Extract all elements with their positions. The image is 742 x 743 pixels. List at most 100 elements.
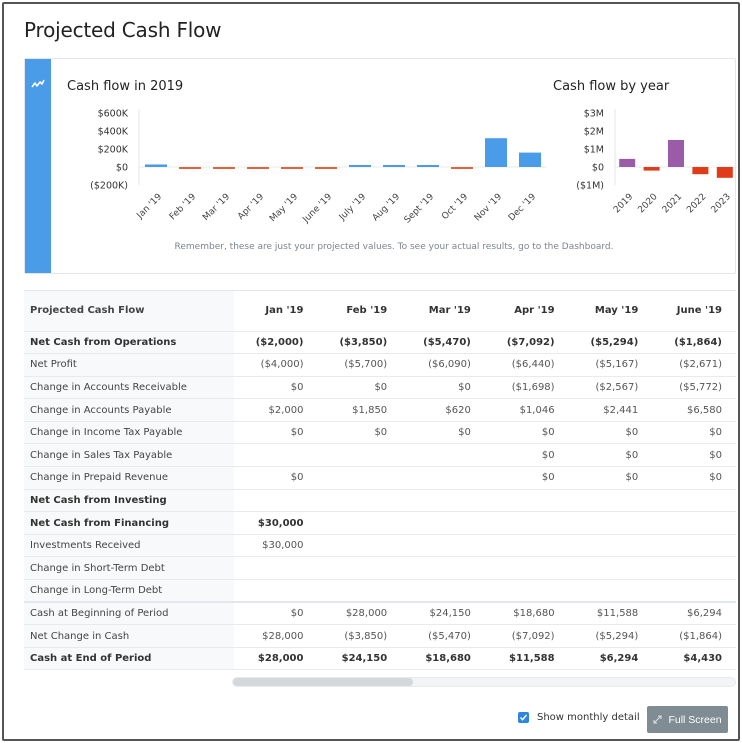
cell-value: $0	[568, 421, 653, 445]
chart-note: Remember, these are just your projected …	[174, 242, 614, 252]
cell-value	[233, 556, 318, 581]
row-label: Investments Received	[24, 534, 234, 558]
row-label: Cash at End of Period	[24, 647, 234, 670]
cell-value: $18,680	[484, 601, 569, 626]
trend-line-icon	[31, 79, 45, 88]
cell-value: $0	[568, 443, 653, 468]
row-label: Net Profit	[24, 353, 234, 377]
cell-value: $0	[652, 443, 736, 468]
chart-card-sidebar	[25, 59, 51, 273]
cell-value: $18,680	[401, 647, 485, 670]
cell-value: $0	[401, 376, 485, 400]
scrollbar-thumb[interactable]	[233, 678, 413, 686]
x-tick-label: Apr '19	[236, 192, 266, 222]
x-tick-label: Dec '19	[507, 192, 538, 223]
chart-card: Cash flow in 2019 $600K $400K $200K $0 ($200…	[24, 58, 737, 274]
x-tick-label: Feb '19	[168, 192, 198, 222]
x-tick-label: Mar '19	[201, 192, 232, 223]
x-tick-label: Nov '19	[473, 192, 505, 224]
cell-value	[233, 489, 318, 513]
monthly-cash-flow-chart: $600K$400K$200K$0($200K)Jan '19 Feb '19 Ma…	[90, 109, 547, 226]
show-monthly-detail-toggle[interactable]: Show monthly detail	[518, 712, 640, 723]
cell-value: $0	[317, 421, 402, 445]
cell-value: ($2,567)	[568, 376, 653, 400]
cash-flow-table: Projected Cash Flow Jan '19 Feb '19 Mar …	[24, 291, 736, 670]
show-monthly-detail-label: Show monthly detail	[537, 712, 640, 723]
expand-icon	[653, 715, 662, 724]
cell-value: $0	[233, 466, 318, 490]
x-tick-label: July '19	[337, 192, 368, 223]
table-horizontal-scrollbar[interactable]	[232, 677, 736, 687]
x-tick-label: Oct '19	[440, 192, 470, 222]
cell-value: ($1,864)	[652, 624, 736, 648]
column-header-month: Jan '19	[233, 291, 318, 332]
cell-value: $11,588	[568, 601, 653, 626]
x-tick-label: Jan '19	[135, 192, 165, 222]
x-tick-label: 2019	[612, 192, 635, 215]
cell-value: $1,850	[317, 398, 402, 422]
x-tick-label: Aug '19	[371, 192, 403, 224]
cell-value: ($5,470)	[401, 331, 485, 355]
page-title: Projected Cash Flow	[24, 18, 222, 42]
cell-value	[233, 579, 318, 603]
cell-value: ($5,772)	[652, 376, 736, 400]
table-row: Net Cash from Operations ($2,000) ($3,850)…	[24, 331, 736, 355]
cell-value: $0	[317, 376, 402, 400]
cell-value: $6,294	[568, 647, 653, 670]
cell-value: ($1,864)	[652, 331, 736, 355]
bar	[716, 167, 733, 178]
cell-value	[568, 489, 653, 513]
column-header-month: June '19	[652, 291, 736, 332]
cell-value	[484, 579, 569, 603]
table-row: Change in Prepaid Revenue $0 $0 $0 $0	[24, 466, 736, 490]
row-label: Change in Accounts Receivable	[24, 376, 234, 400]
cell-value: ($3,850)	[317, 331, 402, 355]
y-tick-label: $200K	[98, 145, 129, 156]
cell-value: $2,000	[233, 398, 318, 422]
cell-value: ($5,470)	[401, 624, 485, 648]
x-tick-label: Sept '19	[403, 192, 437, 226]
cell-value: ($5,294)	[568, 624, 653, 648]
bar	[315, 167, 337, 169]
monthly-chart-title: Cash flow in 2019	[67, 79, 184, 94]
row-label: Net Cash from Operations	[24, 331, 234, 355]
table-row: Net Profit ($4,000) ($5,700) ($6,090) ($6,44…	[24, 353, 736, 377]
cell-value	[317, 466, 402, 490]
cell-value: $0	[568, 466, 653, 490]
cell-value: $30,000	[233, 511, 318, 535]
cell-value: $0	[484, 466, 569, 490]
cell-value: $6,580	[652, 398, 736, 422]
cell-value: $11,588	[484, 647, 569, 670]
cell-value	[401, 534, 485, 558]
cell-value: ($5,294)	[568, 331, 653, 355]
row-label: Change in Long-Term Debt	[24, 579, 234, 603]
x-tick-label: May '19	[268, 192, 300, 224]
cell-value	[484, 556, 569, 581]
show-monthly-detail-checkbox[interactable]	[518, 712, 529, 723]
x-tick-label: 2021	[661, 192, 684, 215]
cell-value: ($6,440)	[484, 353, 569, 377]
row-label: Change in Sales Tax Payable	[24, 443, 234, 468]
row-label: Cash at Beginning of Period	[24, 601, 234, 626]
x-tick-label: 2023	[710, 192, 733, 215]
y-tick-label: $600K	[98, 109, 129, 120]
y-tick-label: $3M	[584, 109, 604, 120]
yearly-chart-title: Cash flow by year	[553, 79, 670, 94]
cell-value: ($1,698)	[484, 376, 569, 400]
cell-value: $0	[233, 601, 318, 626]
column-header-month: May '19	[568, 291, 653, 332]
cell-value	[317, 534, 402, 558]
table-row: Net Cash from Investing	[24, 489, 736, 513]
cell-value	[317, 511, 402, 535]
column-header-month: Apr '19	[484, 291, 569, 332]
y-tick-label: ($1M)	[576, 181, 604, 192]
cell-value	[317, 579, 402, 603]
table-row: Investments Received $30,000	[24, 534, 736, 558]
full-screen-button[interactable]: Full Screen	[647, 706, 728, 733]
table-row: Net Change in Cash $28,000 ($3,850) ($5,470…	[24, 624, 736, 648]
bar	[417, 165, 439, 167]
table-header-row: Projected Cash Flow Jan '19 Feb '19 Mar …	[24, 291, 736, 332]
cell-value: $28,000	[233, 624, 318, 648]
row-label: Net Cash from Investing	[24, 489, 234, 513]
cell-value: ($5,167)	[568, 353, 653, 377]
